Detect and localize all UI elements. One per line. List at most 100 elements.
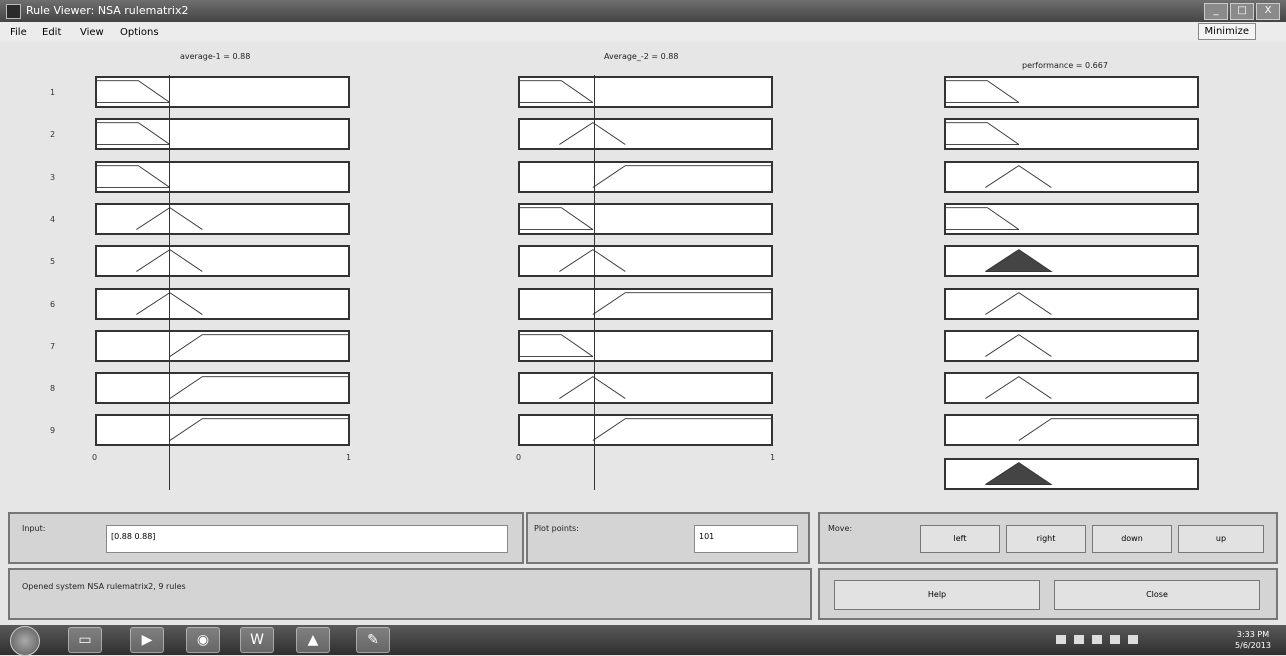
membership-function [946,122,1020,146]
menu-view[interactable]: View [80,27,104,38]
input-field[interactable]: [0.88 0.88] [106,525,508,553]
membership-function [985,333,1052,357]
start-button[interactable] [10,626,40,656]
word-icon[interactable]: W [240,627,274,653]
move-panel: Move: left right down up [818,512,1278,564]
move-up-button[interactable]: up [1178,525,1264,553]
folder-icon[interactable]: ▭ [68,627,102,653]
move-left-button[interactable]: left [920,525,1000,553]
membership-function [946,207,1020,230]
title-bar: Rule Viewer: NSA rulematrix2 _ □ X [0,0,1286,22]
firefox-icon[interactable]: ◉ [186,627,220,653]
membership-function [520,333,594,357]
membership-function [559,376,626,399]
membership-function [559,249,626,273]
input2-rule-plot [518,245,773,278]
status-text: Opened system NSA rulematrix2, 9 rules [22,582,186,591]
membership-function [559,122,626,146]
minimize-window-button[interactable]: _ [1204,3,1228,20]
rule-number[interactable]: 5 [50,257,55,266]
menu-file[interactable]: File [10,27,27,38]
input2-rule-plot [518,287,773,320]
display-icon[interactable] [1092,635,1102,644]
menu-edit[interactable]: Edit [42,27,61,38]
help-button[interactable]: Help [834,580,1040,610]
rule-number[interactable]: 3 [50,173,55,182]
plot-points-label: Plot points: [534,524,579,533]
rule-number[interactable]: 6 [50,300,55,309]
input1-rule-plot [95,329,350,362]
window-controls: _ □ X [1204,3,1280,20]
membership-function [97,122,171,146]
network-icon[interactable] [1074,635,1084,644]
move-right-button[interactable]: right [1006,525,1086,553]
clock[interactable]: 3:33 PM 5/6/2013 [1230,629,1276,651]
matlab-app-icon [6,4,21,19]
output-rule-plot [944,245,1199,278]
membership-function [1018,418,1197,442]
maximize-window-button[interactable]: □ [1230,3,1254,20]
input1-rule-plot [95,160,350,193]
flag-icon[interactable] [1056,635,1066,644]
input1-rule-plot [95,245,350,278]
input1-axis-max: 1 [346,453,352,462]
membership-function [592,418,771,442]
rule-number[interactable]: 1 [50,88,55,97]
minimize-button[interactable]: Minimize [1197,23,1256,40]
membership-function [985,164,1052,188]
rule-number[interactable]: 2 [50,130,55,139]
membership-function [136,249,203,273]
system-tray: 3:33 PM 5/6/2013 [1056,625,1276,655]
rule-number[interactable]: 9 [50,426,55,435]
input2-axis-min: 0 [516,453,522,462]
rule-number[interactable]: 7 [50,342,55,351]
input1-rule-plot [95,76,350,108]
filled-triangle-mf [985,249,1053,273]
plot-points-panel: Plot points: 101 [526,512,810,564]
rule-number[interactable]: 4 [50,215,55,224]
output-rule-plot [944,76,1199,108]
close-button[interactable]: Close [1054,580,1260,610]
input2-axis-max: 1 [770,453,776,462]
input2-rule-plot [518,414,773,447]
move-down-button[interactable]: down [1092,525,1172,553]
media-player-icon[interactable]: ▶ [130,627,164,653]
output-header: performance = 0.667 [1022,61,1108,70]
status-panel: Opened system NSA rulematrix2, 9 rules [8,568,812,620]
membership-function [985,291,1052,315]
membership-function [169,376,348,399]
paint-icon[interactable]: ✎ [356,627,390,653]
close-window-button[interactable]: X [1256,3,1280,20]
menu-options[interactable]: Options [120,27,159,38]
membership-function [169,418,348,442]
output-rule-plot [944,160,1199,193]
membership-function [520,207,594,230]
input1-cursor-line[interactable] [169,75,170,490]
input1-rule-plot [95,372,350,405]
input2-header: Average_-2 = 0.88 [604,52,679,61]
menu-bar: File Edit View Options Minimize [0,22,1286,42]
window-title: Rule Viewer: NSA rulematrix2 [26,4,189,17]
clock-time: 3:33 PM [1236,630,1270,639]
input1-rule-plot [95,202,350,235]
move-label: Move: [828,524,853,533]
signal-icon[interactable] [1110,635,1120,644]
plot-points-field[interactable]: 101 [694,525,798,553]
membership-function [97,164,171,188]
membership-function [520,80,594,103]
input1-rule-plot [95,414,350,447]
output-aggregate-plot [944,458,1199,490]
clock-date: 5/6/2013 [1235,641,1271,650]
membership-function [169,333,348,357]
output-rule-plot [944,202,1199,235]
membership-function [592,164,771,188]
input2-cursor-line[interactable] [594,75,595,490]
membership-function [985,376,1052,399]
matlab-icon[interactable]: ▲ [296,627,330,653]
input-label: Input: [22,524,46,533]
input2-rule-plot [518,329,773,362]
rule-number[interactable]: 8 [50,384,55,393]
membership-function [136,206,203,230]
volume-icon[interactable] [1128,635,1138,644]
output-rule-plot [944,118,1199,151]
